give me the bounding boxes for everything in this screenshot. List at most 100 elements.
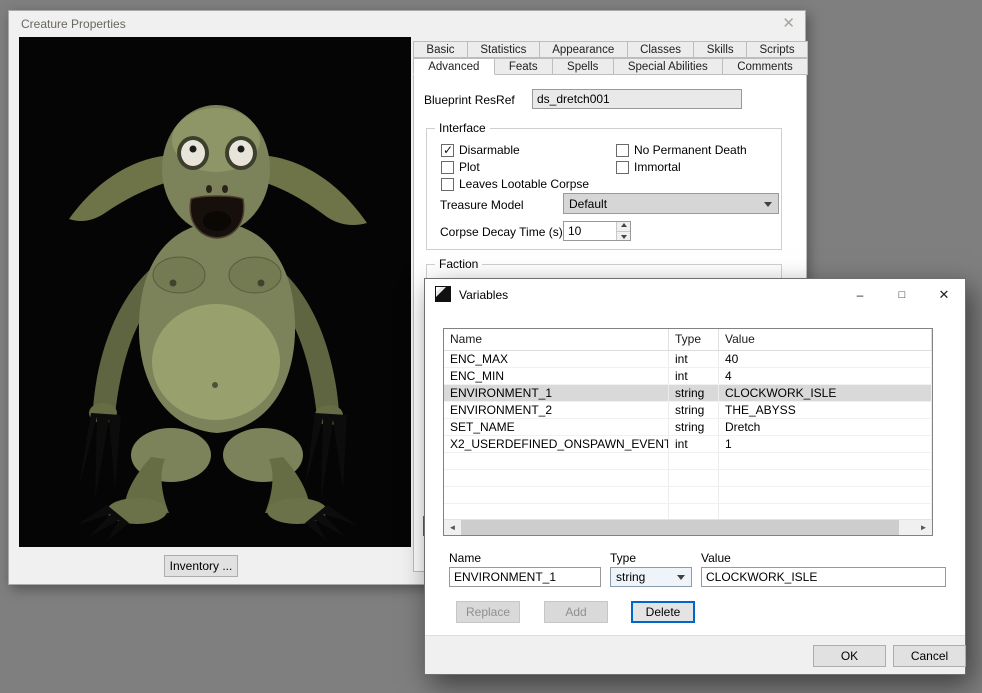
cell-type: int: [669, 351, 719, 367]
delete-button[interactable]: Delete: [631, 601, 695, 623]
checkbox-label: Disarmable: [459, 143, 520, 157]
checkbox-leaves-lootable-corpse[interactable]: Leaves Lootable Corpse: [441, 177, 589, 191]
checkbox-box: [441, 161, 454, 174]
horizontal-scrollbar[interactable]: ◄ ►: [444, 519, 932, 535]
editor-name-label: Name: [449, 551, 481, 565]
checkbox-no-permanent-death[interactable]: No Permanent Death: [616, 143, 747, 157]
dialog-footer: OK Cancel: [425, 635, 965, 674]
chevron-down-icon: [677, 575, 685, 584]
cell-empty: [669, 453, 719, 469]
table-row[interactable]: ENC_MAX int 40: [444, 351, 932, 368]
scroll-left-icon[interactable]: ◄: [444, 520, 461, 535]
creature-preview: [19, 37, 411, 547]
column-header-name[interactable]: Name: [444, 329, 669, 351]
title-bar[interactable]: Variables – □ ✕: [425, 279, 965, 310]
tab-spells[interactable]: Spells: [552, 58, 614, 75]
cancel-button[interactable]: Cancel: [893, 645, 966, 667]
tab-statistics[interactable]: Statistics: [467, 41, 540, 58]
chevron-down-icon: [764, 202, 772, 211]
tab-feats[interactable]: Feats: [494, 58, 553, 75]
table-header-row: Name Type Value: [444, 329, 932, 351]
blueprint-resref-field[interactable]: [532, 89, 742, 109]
cell-empty: [719, 453, 932, 469]
interface-group: Interface Disarmable Plot Leaves Lootabl…: [426, 128, 782, 250]
cell-name: X2_USERDEFINED_ONSPAWN_EVENTS: [444, 436, 669, 452]
inventory-button[interactable]: Inventory ...: [164, 555, 238, 577]
title-bar[interactable]: Creature Properties ✕: [9, 11, 805, 37]
maximize-icon[interactable]: □: [881, 279, 923, 310]
checkbox-immortal[interactable]: Immortal: [616, 160, 681, 174]
cell-name: ENC_MAX: [444, 351, 669, 367]
tab-advanced[interactable]: Advanced: [413, 58, 495, 75]
variable-value-input[interactable]: [701, 567, 946, 587]
checkbox-box: [441, 144, 454, 157]
variable-type-combobox[interactable]: string: [610, 567, 692, 587]
spinner-up-icon[interactable]: [616, 222, 630, 231]
corpse-decay-spinner[interactable]: [563, 221, 631, 241]
cell-value: 4: [719, 368, 932, 384]
table-row[interactable]: X2_USERDEFINED_ONSPAWN_EVENTS int 1: [444, 436, 932, 453]
checkbox-box: [616, 161, 629, 174]
corpse-decay-label: Corpse Decay Time (s): [440, 225, 563, 239]
minimize-icon[interactable]: –: [839, 279, 881, 310]
ok-button[interactable]: OK: [813, 645, 886, 667]
tab-comments[interactable]: Comments: [722, 58, 808, 75]
close-icon[interactable]: ✕: [782, 14, 795, 32]
cell-value: 40: [719, 351, 932, 367]
empty-row: [444, 453, 932, 470]
spinner-down-icon[interactable]: [616, 231, 630, 241]
checkbox-disarmable[interactable]: Disarmable: [441, 143, 520, 157]
treasure-model-combobox[interactable]: Default: [563, 193, 779, 214]
cell-empty: [719, 487, 932, 503]
creature-render: [19, 37, 411, 547]
cell-type: string: [669, 419, 719, 435]
cell-empty: [444, 504, 669, 520]
combobox-value: string: [616, 570, 645, 584]
cell-name: ENVIRONMENT_2: [444, 402, 669, 418]
faction-group-title: Faction: [435, 257, 482, 271]
close-icon[interactable]: ✕: [923, 279, 965, 310]
cell-name: ENVIRONMENT_1: [444, 385, 669, 401]
scroll-right-icon[interactable]: ►: [915, 520, 932, 535]
tab-classes[interactable]: Classes: [627, 41, 695, 58]
tab-skills[interactable]: Skills: [693, 41, 747, 58]
replace-button[interactable]: Replace: [456, 601, 520, 623]
variable-name-input[interactable]: [449, 567, 601, 587]
desktop: Creature Properties ✕: [0, 0, 982, 693]
tab-appearance[interactable]: Appearance: [539, 41, 628, 58]
cell-empty: [669, 487, 719, 503]
cell-value: THE_ABYSS: [719, 402, 932, 418]
cell-type: string: [669, 385, 719, 401]
variables-table: Name Type Value ENC_MAX int 40 ENC_MIN i…: [443, 328, 933, 536]
cell-empty: [669, 470, 719, 486]
treasure-model-label: Treasure Model: [440, 198, 524, 212]
table-row[interactable]: ENC_MIN int 4: [444, 368, 932, 385]
tab-special-abilities[interactable]: Special Abilities: [613, 58, 723, 75]
add-button[interactable]: Add: [544, 601, 608, 623]
tab-scripts[interactable]: Scripts: [746, 41, 808, 58]
empty-row: [444, 470, 932, 487]
scrollbar-thumb[interactable]: [461, 520, 899, 535]
checkbox-box: [616, 144, 629, 157]
cell-name: SET_NAME: [444, 419, 669, 435]
cell-empty: [669, 504, 719, 520]
spinner-buttons: [616, 222, 630, 240]
table-row[interactable]: ENVIRONMENT_1 string CLOCKWORK_ISLE: [444, 385, 932, 402]
checkbox-label: No Permanent Death: [634, 143, 747, 157]
variables-window: Variables – □ ✕ Name Type Value ENC_MAX …: [424, 278, 966, 675]
table-body: ENC_MAX int 40 ENC_MIN int 4 ENVIRONMENT…: [444, 351, 932, 521]
cell-value: CLOCKWORK_ISLE: [719, 385, 932, 401]
cell-empty: [444, 453, 669, 469]
window-title: Creature Properties: [21, 17, 126, 31]
cell-name: ENC_MIN: [444, 368, 669, 384]
table-row[interactable]: SET_NAME string Dretch: [444, 419, 932, 436]
variables-app-icon: [435, 286, 451, 302]
table-row[interactable]: ENVIRONMENT_2 string THE_ABYSS: [444, 402, 932, 419]
column-header-value[interactable]: Value: [719, 329, 932, 351]
checkbox-label: Plot: [459, 160, 480, 174]
tab-basic[interactable]: Basic: [413, 41, 468, 58]
cell-type: int: [669, 436, 719, 452]
checkbox-box: [441, 178, 454, 191]
column-header-type[interactable]: Type: [669, 329, 719, 351]
checkbox-plot[interactable]: Plot: [441, 160, 480, 174]
